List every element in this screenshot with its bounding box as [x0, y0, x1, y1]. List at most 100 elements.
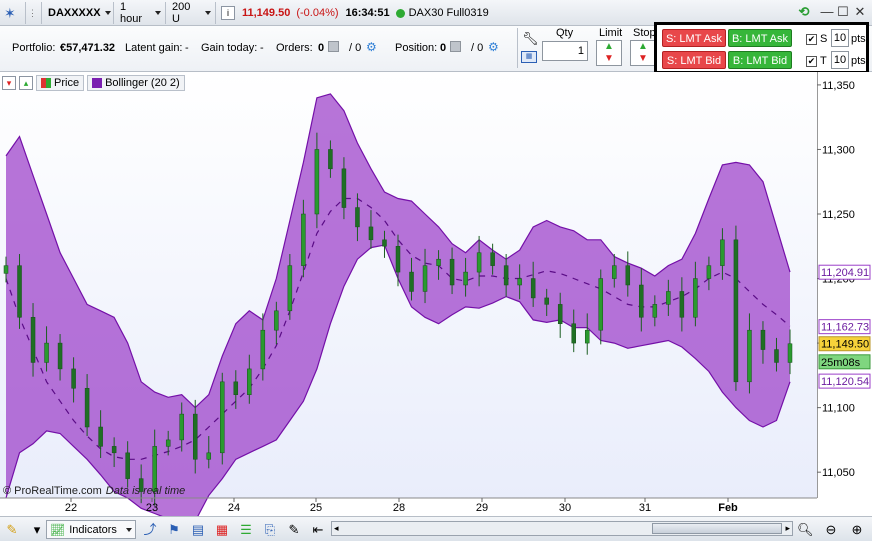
- quote-strip: 11,149.50 (-0.04%) 16:34:51 DAX30 Full03…: [240, 2, 660, 24]
- candle-body: [30, 317, 36, 363]
- candle-body: [314, 149, 320, 215]
- scroll-start-icon[interactable]: ⇤: [310, 522, 326, 538]
- bollinger-swatch-icon: [92, 78, 103, 88]
- legend-price[interactable]: Price: [36, 75, 85, 91]
- alert-icon[interactable]: ⚑: [166, 522, 182, 538]
- candle-body: [774, 349, 779, 363]
- screener-icon[interactable]: ▤: [190, 522, 206, 538]
- buy-limit-ask-button[interactable]: B: LMT Ask: [728, 29, 792, 47]
- zoom-in-icon[interactable]: ⊕: [849, 522, 865, 538]
- candle-body: [368, 226, 374, 241]
- units-selector[interactable]: 200 U: [168, 1, 216, 25]
- candle-body: [125, 452, 130, 479]
- candle-body: [206, 452, 212, 460]
- orders-value: 0: [318, 42, 325, 54]
- sell-limit-ask-button[interactable]: S: LMT Ask: [662, 29, 726, 47]
- position-value: 0: [440, 42, 447, 54]
- stop-order-button[interactable]: ▲ ▼: [630, 40, 656, 66]
- stop-checkbox[interactable]: ✔: [806, 34, 817, 45]
- close-icon: [450, 41, 461, 52]
- price-axis: 11,35011,30011,25011,20011,15011,10011,0…: [817, 80, 871, 479]
- watermark-note: Data is real time: [105, 485, 186, 497]
- arrow-up-icon: ▲: [604, 41, 614, 52]
- target-checkbox[interactable]: ✔: [806, 56, 817, 67]
- wrench-icon[interactable]: 🔧︎: [522, 31, 539, 47]
- candle-body: [530, 278, 536, 299]
- watermark: © ProRealTime.com Data is real time: [3, 485, 185, 497]
- status-dot-icon: [395, 8, 405, 18]
- chevron-down-icon: [205, 11, 211, 15]
- time-tick-label: 23: [146, 502, 158, 514]
- collapse-icon[interactable]: ▾: [2, 76, 16, 90]
- candle-body: [652, 304, 658, 318]
- position-close-button[interactable]: [450, 41, 461, 54]
- latent-gain-value: -: [185, 42, 189, 54]
- orders-gear-icon[interactable]: ⚙: [366, 40, 377, 54]
- legend-price-label: Price: [54, 77, 80, 89]
- candle-body: [679, 291, 685, 318]
- info-button[interactable]: i: [218, 2, 240, 24]
- instrument-selector[interactable]: DAXXXXX: [44, 2, 114, 24]
- candle-body: [57, 342, 63, 370]
- draw-tools-icon[interactable]: ✎: [4, 522, 20, 538]
- stop-points-unit: pts: [851, 33, 866, 45]
- orders-label: Orders:: [276, 42, 313, 54]
- timeframe-value: 1 hour: [120, 1, 143, 25]
- target-points-input[interactable]: [831, 51, 849, 69]
- report-icon[interactable]: ▦: [214, 522, 230, 538]
- price-tick-label: 11,100: [822, 403, 855, 415]
- zoom-out-icon[interactable]: ⊖: [823, 522, 839, 538]
- keyboard-icon[interactable]: ▦: [521, 51, 537, 63]
- scroll-right-icon[interactable]: ▸: [785, 523, 790, 534]
- orderbook-icon[interactable]: ☰: [238, 522, 254, 538]
- grip-handle[interactable]: ⋮: [26, 2, 42, 24]
- price-change: (-0.04%): [296, 7, 339, 19]
- candle-body: [179, 413, 184, 441]
- candle-body: [490, 252, 495, 266]
- scroll-left-icon[interactable]: ◂: [334, 523, 339, 534]
- refresh-icon[interactable]: ⟲: [797, 5, 811, 19]
- stop-points-input[interactable]: [831, 29, 849, 47]
- chart-scrollbar[interactable]: ◂ ▸: [331, 521, 793, 536]
- close-button[interactable]: ✕: [853, 5, 867, 19]
- expand-icon[interactable]: ▴: [19, 76, 33, 90]
- backtest-icon[interactable]: ✎: [286, 522, 302, 538]
- lower-band-marker: 11,120.54: [821, 376, 869, 388]
- candle-body: [220, 381, 225, 454]
- time-tick-label: 29: [476, 502, 488, 514]
- export-icon[interactable]: ⎘: [262, 522, 278, 538]
- share-icon[interactable]: ⤴: [142, 522, 158, 538]
- indicators-button[interactable]: 📈︎ Indicators: [46, 520, 136, 539]
- candle-body: [436, 258, 441, 266]
- zoom-reset-icon[interactable]: 🔍︎: [797, 522, 814, 538]
- limit-order-button[interactable]: ▲ ▼: [596, 40, 622, 66]
- position-gear-icon[interactable]: ⚙: [488, 40, 499, 54]
- latent-gain-label: Latent gain:: [125, 42, 183, 54]
- candle-body: [517, 278, 522, 286]
- chevron-down-icon[interactable]: ▾: [29, 522, 45, 538]
- chart-legend: ▾ ▴ Price Bollinger (20 2): [2, 74, 185, 92]
- candle-body: [706, 265, 712, 279]
- sell-limit-bid-button[interactable]: S: LMT Bid: [662, 51, 726, 69]
- candle-body: [625, 265, 631, 286]
- candle-body: [639, 284, 644, 318]
- candle-timer-marker: 25m08s: [821, 357, 861, 369]
- orders-cancel-button[interactable]: [328, 41, 339, 54]
- legend-bollinger[interactable]: Bollinger (20 2): [87, 75, 185, 91]
- timeframe-selector[interactable]: 1 hour: [116, 1, 166, 25]
- maximize-button[interactable]: ☐: [836, 5, 850, 19]
- buy-limit-bid-button[interactable]: B: LMT Bid: [728, 51, 792, 69]
- minimize-button[interactable]: —: [820, 5, 834, 19]
- upper-band-marker: 11,204.91: [821, 267, 869, 279]
- candle-body: [584, 329, 590, 344]
- scrollbar-thumb[interactable]: [652, 523, 782, 534]
- last-price: 11,149.50: [242, 7, 291, 19]
- candle-body: [274, 310, 279, 331]
- time-tick-label: 28: [393, 502, 405, 514]
- price-chart[interactable]: 22 23 24 25 28 29 30 31 Feb: [0, 72, 872, 516]
- qty-input[interactable]: [542, 41, 588, 61]
- info-icon: i: [221, 6, 235, 20]
- quick-order-panel: S: LMT Ask B: LMT Ask S: LMT Bid B: LMT …: [654, 22, 869, 74]
- star-icon[interactable]: ✶: [0, 2, 26, 24]
- orders-total: / 0: [349, 42, 362, 54]
